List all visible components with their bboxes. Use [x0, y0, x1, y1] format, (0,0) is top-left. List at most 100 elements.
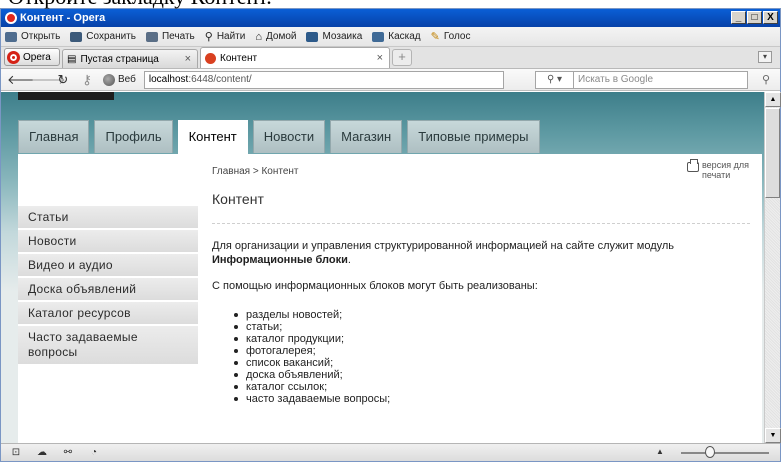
home-button[interactable]: ⌂ Домой: [255, 31, 296, 43]
find-label: Найти: [216, 31, 246, 42]
nav-profile[interactable]: Профиль: [94, 120, 173, 153]
sidebar-item-catalog[interactable]: Каталог ресурсов: [18, 302, 198, 326]
panel-toggle-icon[interactable]: ⊡: [9, 447, 23, 459]
nav-content[interactable]: Контент: [177, 120, 248, 155]
tab-label: Контент: [220, 52, 258, 64]
intro-text: Для организации и управления структуриро…: [212, 240, 675, 252]
folder-icon: [5, 31, 17, 42]
sidebar-item-video[interactable]: Видео и аудио: [18, 254, 198, 278]
vertical-scrollbar[interactable]: ▲ ▼: [764, 92, 781, 443]
nav-news[interactable]: Новости: [252, 120, 326, 153]
open-label: Открыть: [21, 31, 61, 42]
sidebar-menu: Статьи Новости Видео и аудио Доска объяв…: [18, 206, 198, 366]
caption-text: Откройте закладку Контент.: [0, 0, 781, 8]
scroll-down-icon[interactable]: ▼: [765, 428, 781, 443]
tile-icon: [306, 31, 319, 42]
save-label: Сохранить: [86, 31, 136, 42]
print-version-label: версия для печати: [702, 160, 749, 180]
new-tab-button[interactable]: +: [392, 49, 412, 66]
home-label: Домой: [266, 31, 297, 42]
list-intro: С помощью информационных блоков могут бы…: [212, 280, 538, 292]
zoom-menu-icon[interactable]: ▲: [656, 447, 664, 456]
web-security-button[interactable]: Веб: [103, 73, 136, 86]
site-logo-strip: [18, 92, 114, 100]
voice-button[interactable]: ✎ Голос: [431, 30, 471, 43]
tab-close-icon[interactable]: ×: [185, 53, 191, 65]
zoom-slider-track[interactable]: [681, 452, 769, 454]
intro-bold-term: Информационные блоки: [212, 254, 348, 266]
window-controls: _ □ X: [731, 11, 778, 24]
scroll-thumb[interactable]: [765, 108, 780, 198]
search-go-icon[interactable]: ⚲: [757, 72, 775, 88]
list-item: список вакансий;: [234, 357, 390, 369]
magnifier-icon: ⚲: [204, 31, 213, 43]
printer-icon: [687, 159, 699, 172]
print-version-link[interactable]: версия для печати: [687, 159, 752, 180]
tab-content[interactable]: Контент ×: [200, 47, 390, 68]
cascade-icon: [372, 31, 385, 42]
page-viewport: Главная Профиль Контент Новости Магазин …: [1, 92, 764, 443]
nav-examples[interactable]: Типовые примеры: [407, 120, 540, 153]
sidebar-item-board[interactable]: Доска объявлений: [18, 278, 198, 302]
status-bar: ⊡ ☁ ⚯ ◔ ▲: [1, 443, 780, 461]
save-button[interactable]: Сохранить: [70, 31, 136, 42]
disk-icon: [70, 31, 83, 42]
cascade-button[interactable]: Каскад: [372, 31, 421, 42]
tile-button[interactable]: Мозаика: [306, 31, 362, 42]
features-list: разделы новостей; статьи; каталог продук…: [234, 309, 390, 405]
minimize-button[interactable]: _: [731, 11, 746, 24]
microphone-icon: ✎: [430, 31, 440, 43]
forward-icon[interactable]: 🡒: [31, 72, 66, 87]
tab-bar: Opera ▤ Пустая страница × Контент × + ▾: [1, 47, 780, 69]
voice-label: Голос: [443, 31, 471, 42]
printer-icon: [145, 31, 158, 42]
list-item: доска объявлений;: [234, 369, 390, 381]
intro-end: .: [347, 254, 351, 266]
tab-list-icon[interactable]: ▾: [758, 51, 772, 63]
back-icon[interactable]: 🡐: [7, 72, 42, 87]
tab-blank-page[interactable]: ▤ Пустая страница ×: [62, 49, 198, 68]
site-favicon-icon: [205, 52, 216, 64]
speed-dial-icon[interactable]: ◔: [87, 447, 101, 459]
title-bar: Контент - Opera _ □ X: [1, 9, 780, 27]
site-navigation: Главная Профиль Контент Новости Магазин …: [18, 120, 540, 155]
list-item: каталог продукции;: [234, 333, 390, 345]
unite-icon[interactable]: ⚯: [61, 447, 75, 459]
intro-paragraph: Для организации и управления структуриро…: [212, 239, 752, 267]
find-button[interactable]: ⚲ Найти: [205, 30, 246, 43]
sidebar-item-faq[interactable]: Часто задаваемые вопросы: [18, 326, 198, 366]
main-toolbar: Открыть Сохранить Печать ⚲ Найти ⌂ Домой…: [1, 27, 780, 47]
list-item: часто задаваемые вопросы;: [234, 393, 390, 405]
sidebar-item-news[interactable]: Новости: [18, 230, 198, 254]
open-button[interactable]: Открыть: [5, 31, 60, 42]
url-input[interactable]: localhost:6448/content/: [143, 70, 504, 89]
cascade-label: Каскад: [388, 31, 421, 42]
window-title: Контент - Opera: [20, 12, 106, 24]
close-button[interactable]: X: [763, 11, 778, 24]
url-path: :6448/content/: [188, 73, 252, 85]
opera-logo-icon: [5, 12, 17, 24]
cloud-icon[interactable]: ☁: [35, 447, 49, 459]
list-item: статьи;: [234, 321, 390, 333]
reload-icon[interactable]: ↻: [55, 72, 71, 87]
zoom-slider-thumb[interactable]: [705, 446, 715, 458]
tab-close-icon[interactable]: ×: [377, 52, 383, 64]
search-input[interactable]: Искать в Google: [573, 71, 748, 89]
sidebar-item-articles[interactable]: Статьи: [18, 206, 198, 230]
print-button[interactable]: Печать: [145, 31, 195, 42]
search-engine-dropdown[interactable]: ⚲ ▾: [535, 71, 573, 89]
page-icon: ▤: [67, 53, 77, 65]
scroll-up-icon[interactable]: ▲: [765, 92, 781, 107]
tab-label: Пустая страница: [80, 53, 159, 65]
nav-shop[interactable]: Магазин: [330, 120, 403, 153]
maximize-button[interactable]: □: [747, 11, 762, 24]
url-host: localhost: [148, 73, 189, 85]
nav-home[interactable]: Главная: [18, 120, 90, 153]
list-item: фотогалерея;: [234, 345, 390, 357]
breadcrumb[interactable]: Главная > Контент: [212, 166, 299, 177]
opera-menu-button[interactable]: Opera: [4, 48, 60, 66]
home-icon: ⌂: [255, 30, 263, 43]
key-icon[interactable]: ⚷: [79, 72, 95, 87]
web-label: Веб: [118, 74, 136, 85]
opera-menu-label: Opera: [23, 51, 51, 63]
